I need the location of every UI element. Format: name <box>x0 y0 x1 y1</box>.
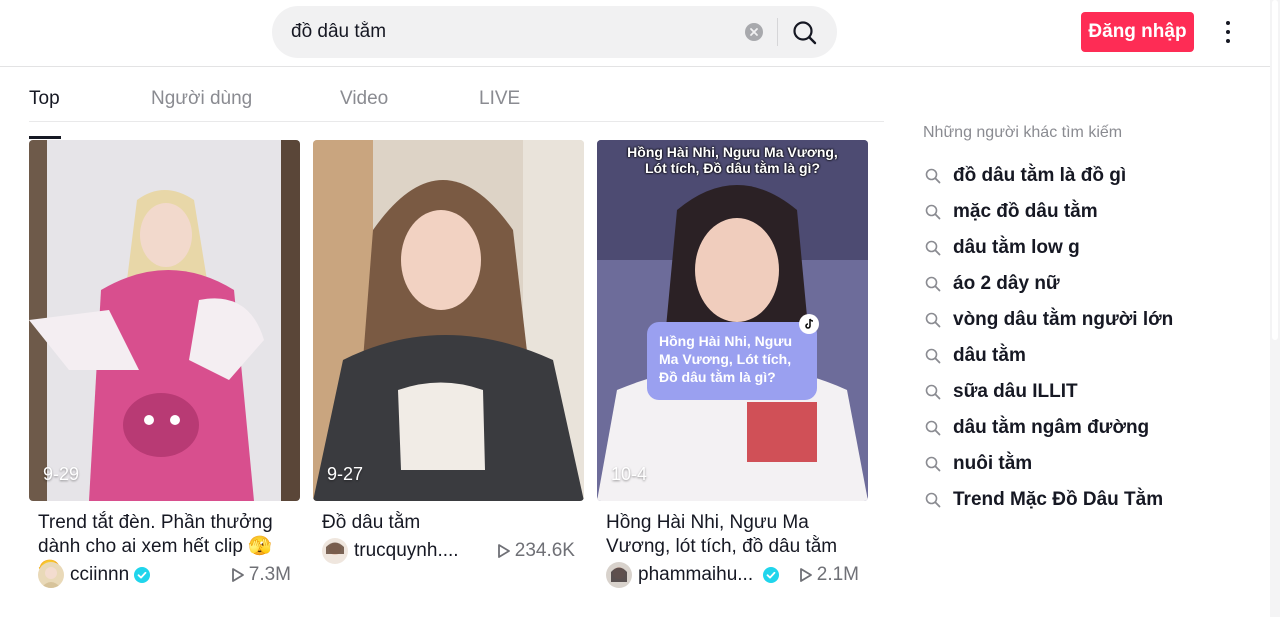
search-icon <box>793 21 817 45</box>
suggestion-label: Trend Mặc Đồ Dâu Tằm <box>953 489 1164 510</box>
search-icon <box>925 492 941 508</box>
suggestion-label: mặc đồ dâu tằm <box>953 201 1098 222</box>
suggestion-label: dâu tằm <box>953 345 1026 366</box>
suggestion-item[interactable]: Trend Mặc Đồ Dâu Tằm <box>923 482 1253 518</box>
video-thumbnail-image <box>29 140 300 501</box>
dot-icon <box>1226 30 1230 34</box>
bubble-text: Hồng Hài Nhi, Ngưu Ma Vương, Lót tích, Đ… <box>659 333 793 385</box>
search-icon <box>925 420 941 436</box>
video-date: 9-29 <box>43 464 80 484</box>
username[interactable]: phammaihu... <box>638 564 753 586</box>
video-card[interactable]: Hồng Hài Nhi, Ngưu Ma Vương, Lót tích, Đ… <box>597 140 868 588</box>
view-count-text: 234.6K <box>514 540 575 561</box>
suggestion-item[interactable]: vòng dâu tằm người lớn <box>923 302 1253 338</box>
video-thumbnail-image <box>313 140 584 501</box>
suggestion-item[interactable]: nuôi tằm <box>923 446 1253 482</box>
video-overlay-caption: Hồng Hài Nhi, Ngưu Ma Vương, Lót tích, Đ… <box>627 144 838 176</box>
suggestion-item[interactable]: áo 2 dây nữ <box>923 266 1253 302</box>
verified-badge-icon <box>763 567 780 583</box>
video-meta: cciinnn 7.3M <box>38 561 291 589</box>
related-searches: Những người khác tìm kiếm đồ dâu tằm là … <box>923 124 1253 518</box>
top-bar: Đăng nhập <box>0 0 1270 67</box>
username[interactable]: trucquynh.... <box>354 540 459 562</box>
video-card[interactable]: 9-27 Đồ dâu tằm trucquynh.... 234.6K <box>313 140 584 564</box>
video-title[interactable]: Đồ dâu tằm <box>313 511 575 535</box>
search-icon <box>925 276 941 292</box>
view-count-text: 2.1M <box>816 564 859 585</box>
suggestion-item[interactable]: dâu tằm ngâm đường <box>923 410 1253 446</box>
avatar[interactable] <box>322 538 348 564</box>
tab-active-indicator <box>29 136 61 139</box>
related-searches-title: Những người khác tìm kiếm <box>923 124 1123 141</box>
search-icon <box>925 240 941 256</box>
play-icon <box>799 568 812 582</box>
suggestion-label: dâu tằm ngâm đường <box>953 417 1150 438</box>
search-icon <box>925 348 941 364</box>
avatar[interactable] <box>38 562 64 588</box>
suggestion-label: dâu tằm low g <box>953 237 1080 258</box>
tab-label: Top <box>29 88 60 109</box>
tiktok-logo-icon <box>799 314 819 334</box>
suggestion-label: đồ dâu tằm là đồ gì <box>953 165 1127 186</box>
video-thumbnail[interactable]: 9-27 <box>313 140 584 501</box>
suggestion-item[interactable]: đồ dâu tằm là đồ gì <box>923 158 1253 194</box>
search-icon <box>925 312 941 328</box>
tab-video[interactable]: Video <box>340 88 388 110</box>
clear-search-button[interactable] <box>745 23 763 41</box>
search-icon <box>925 168 941 184</box>
avatar-image <box>38 562 64 588</box>
tab-live[interactable]: LIVE <box>479 88 520 110</box>
search-icon <box>925 204 941 220</box>
dot-icon <box>1226 21 1230 25</box>
avatar[interactable] <box>606 562 632 588</box>
play-icon <box>497 544 510 558</box>
video-meta: phammaihu... 2.1M <box>606 561 859 589</box>
search-input[interactable] <box>291 21 731 43</box>
result-tabs: Top Người dùng Video LIVE <box>29 70 884 139</box>
search-button[interactable] <box>790 18 820 48</box>
suggestion-label: vòng dâu tằm người lớn <box>953 309 1174 330</box>
search-divider <box>777 18 778 46</box>
tab-users[interactable]: Người dùng <box>151 88 252 110</box>
suggestion-list: đồ dâu tằm là đồ gì mặc đồ dâu tằm dâu t… <box>923 158 1253 518</box>
username[interactable]: cciinnn <box>70 564 129 586</box>
scrollbar[interactable] <box>1270 0 1280 617</box>
close-icon <box>750 28 758 36</box>
video-overlay-bubble: Hồng Hài Nhi, Ngưu Ma Vương, Lót tích, Đ… <box>647 314 819 400</box>
play-icon <box>231 568 244 582</box>
dot-icon <box>1226 39 1230 43</box>
suggestion-label: nuôi tằm <box>953 453 1033 474</box>
suggestion-item[interactable]: dâu tằm low g <box>923 230 1253 266</box>
video-thumbnail[interactable]: 9-29 <box>29 140 300 501</box>
search-icon <box>925 384 941 400</box>
video-date: 10-4 <box>611 464 648 484</box>
view-count: 234.6K <box>497 540 575 562</box>
verified-badge-icon <box>134 567 151 583</box>
suggestion-item[interactable]: mặc đồ dâu tằm <box>923 194 1253 230</box>
tab-top[interactable]: Top <box>29 88 61 139</box>
video-title[interactable]: Hồng Hài Nhi, Ngưu Ma Vương, lót tích, đ… <box>597 511 859 559</box>
avatar-image <box>322 538 348 564</box>
more-options-button[interactable] <box>1216 18 1240 46</box>
view-count-text: 7.3M <box>248 564 291 585</box>
view-count: 7.3M <box>231 564 291 586</box>
suggestion-item[interactable]: sữa dâu ILLIT <box>923 374 1253 410</box>
suggestion-label: sữa dâu ILLIT <box>953 381 1078 402</box>
video-card[interactable]: 9-29 Trend tắt đèn. Phần thưởng dành cho… <box>29 140 300 588</box>
avatar-image <box>606 562 632 588</box>
login-button[interactable]: Đăng nhập <box>1081 12 1194 52</box>
suggestion-label: áo 2 dây nữ <box>953 273 1060 294</box>
video-thumbnail-image <box>597 140 868 501</box>
video-meta: trucquynh.... 234.6K <box>322 537 575 565</box>
video-date: 9-27 <box>327 464 364 484</box>
video-thumbnail[interactable]: Hồng Hài Nhi, Ngưu Ma Vương, Lót tích, Đ… <box>597 140 868 501</box>
scrollbar-thumb[interactable] <box>1272 0 1278 340</box>
suggestion-item[interactable]: dâu tằm <box>923 338 1253 374</box>
view-count: 2.1M <box>799 564 859 586</box>
search-icon <box>925 456 941 472</box>
search-bar <box>272 6 837 58</box>
